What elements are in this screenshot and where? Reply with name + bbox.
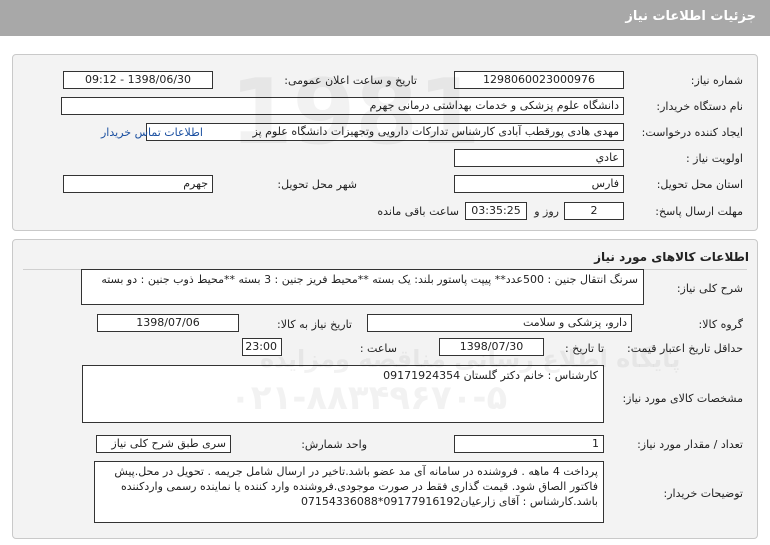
time-suffix: ساعت باقی مانده — [377, 205, 459, 218]
priority-field: عادي — [454, 149, 624, 167]
specs-field: کارشناس : خانم دکتر گلستان 09171924354 — [82, 365, 604, 423]
buyer-org-field: دانشگاه علوم پزشکی و خدمات بهداشتی درمان… — [61, 97, 624, 115]
priority-label: اولویت نیاز : — [685, 152, 743, 165]
general-info-panel: شماره نیاز: 1298060023000976 تاریخ و ساع… — [12, 54, 758, 231]
summary-label: شرح کلی نیاز: — [676, 282, 743, 295]
buyer-notes-label: توضیحات خریدار: — [663, 487, 744, 500]
creator-field: مهدی هادی پورقطب آبادی کارشناس تدارکات د… — [146, 123, 624, 141]
validity-date-field: 1398/07/30 — [439, 338, 544, 356]
validity-time-field: 23:00 — [242, 338, 282, 356]
deadline-label: مهلت ارسال پاسخ: — [655, 205, 743, 218]
qty-label: تعداد / مقدار مورد نیاز: — [637, 438, 743, 451]
specs-label: مشخصات کالای مورد نیاز: — [622, 392, 743, 405]
header-bar: جزئیات اطلاعات نیاز — [0, 0, 770, 36]
buyer-contact-link[interactable]: اطلاعات تماس خریدار — [101, 126, 203, 139]
announce-field: 1398/06/30 - 09:12 — [63, 71, 213, 89]
qty-field: 1 — [454, 435, 604, 453]
goods-info-panel: اطلاعات کالاهای مورد نیاز شرح کلی نیاز: … — [12, 239, 758, 539]
time-left-field: 03:35:25 — [465, 202, 527, 220]
unit-field: سری طبق شرح کلی نیاز — [96, 435, 231, 453]
buyer-notes-field: پرداخت 4 ماهه . فروشنده در سامانه آی مد … — [94, 461, 604, 523]
announce-label: تاریخ و ساعت اعلان عمومی: — [284, 74, 417, 87]
creator-label: ایجاد کننده درخواست: — [641, 126, 743, 139]
need-date-field: 1398/07/06 — [97, 314, 239, 332]
validity-label: حداقل تاریخ اعتبار قیمت: — [627, 342, 743, 355]
group-label: گروه کالا: — [698, 318, 743, 331]
buyer-org-label: نام دستگاه خریدار: — [656, 100, 743, 113]
city-label: شهر محل تحویل: — [277, 178, 357, 191]
need-date-label: تاریخ نیاز به کالا: — [277, 318, 352, 331]
unit-label: واحد شمارش: — [301, 438, 367, 451]
until-date-label: تا تاریخ : — [565, 342, 604, 355]
province-label: استان محل تحویل: — [656, 178, 743, 191]
summary-field: سرنگ انتقال جنین : 500عدد** پیپت پاستور … — [81, 269, 644, 305]
page-title: جزئیات اطلاعات نیاز — [625, 9, 756, 24]
province-field: فارس — [454, 175, 624, 193]
group-field: دارو، پزشکی و سلامت — [367, 314, 632, 332]
goods-section-title: اطلاعات کالاهای مورد نیاز — [594, 250, 749, 264]
days-field: 2 — [564, 202, 624, 220]
days-suffix: روز و — [534, 205, 559, 218]
need-number-field: 1298060023000976 — [454, 71, 624, 89]
validity-hour-label: ساعت : — [359, 342, 397, 355]
city-field: جهرم — [63, 175, 213, 193]
need-number-label: شماره نیاز: — [690, 74, 743, 87]
